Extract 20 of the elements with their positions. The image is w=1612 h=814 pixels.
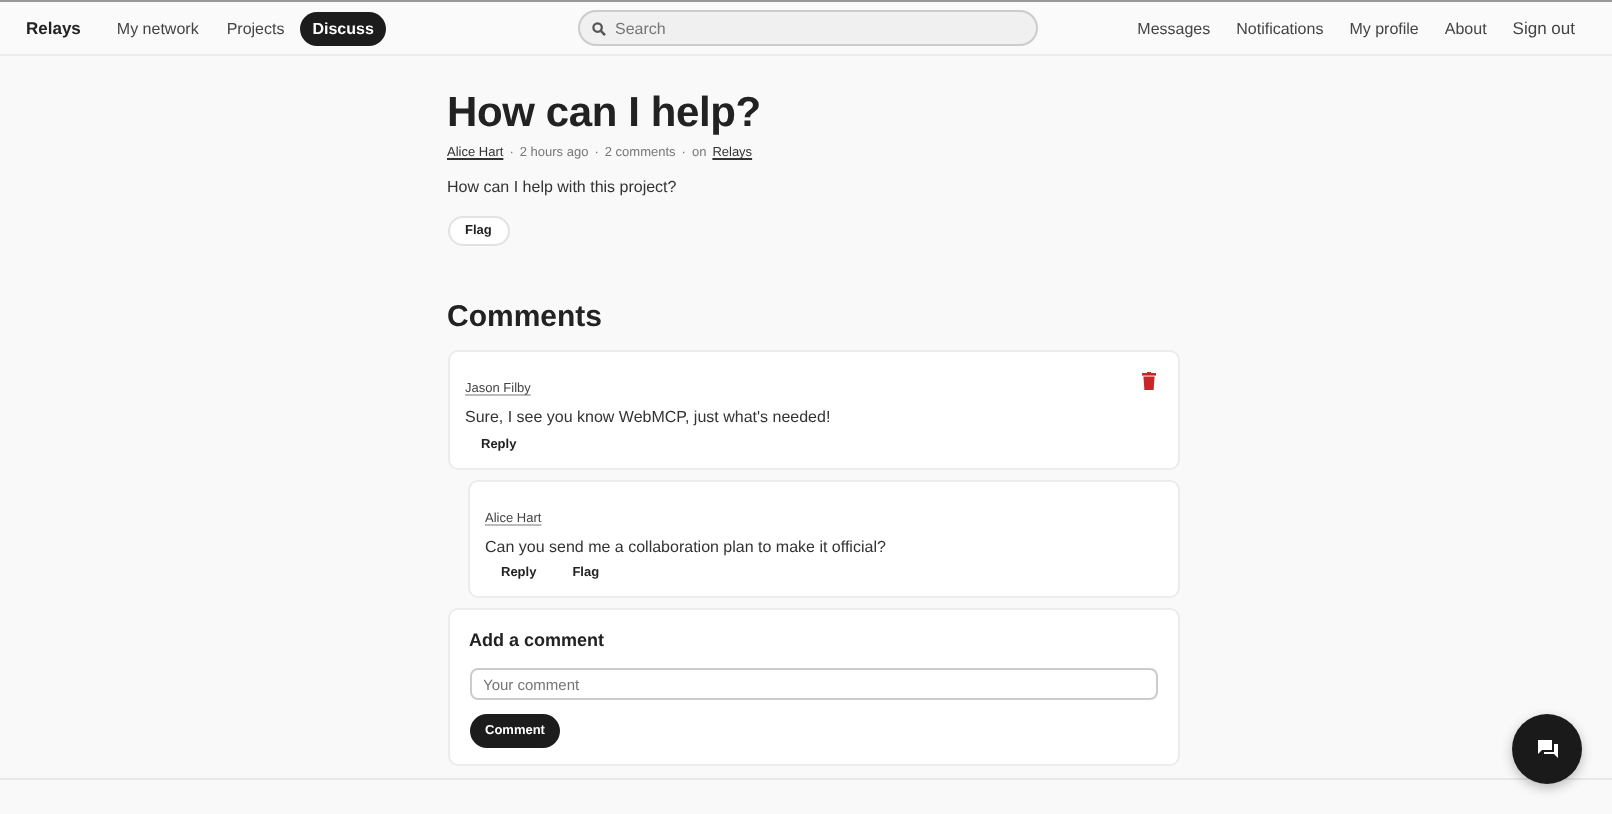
nav-link[interactable]: My profile (1336, 11, 1432, 45)
chat-icon (1537, 740, 1557, 758)
nav-link[interactable]: Discuss (300, 11, 386, 45)
chat-button[interactable] (1512, 714, 1582, 784)
post-title: How can I help? (447, 88, 763, 140)
nav-link[interactable]: Sign out (1499, 10, 1588, 46)
nav-link[interactable]: Messages (1124, 11, 1224, 45)
brand-logo[interactable]: Relays (26, 18, 81, 38)
nav-link[interactable]: Projects (214, 11, 297, 45)
trash-icon[interactable] (1141, 372, 1155, 390)
comment-text: Sure, I see you know WebMCP, just what's needed! (465, 408, 833, 428)
section-heading: Comments (447, 300, 605, 336)
form-title: Add a comment (469, 630, 607, 651)
post-body: How can I help with this project? (447, 178, 679, 196)
comment-text: Can you send me a collaboration plan to make it official? (485, 537, 888, 557)
nav-link[interactable]: My network (104, 11, 211, 45)
search-field[interactable]: Search (577, 10, 1037, 46)
nav-link[interactable]: Notifications (1223, 11, 1337, 45)
search-icon (591, 21, 605, 35)
nav-link[interactable]: About (1431, 11, 1500, 45)
